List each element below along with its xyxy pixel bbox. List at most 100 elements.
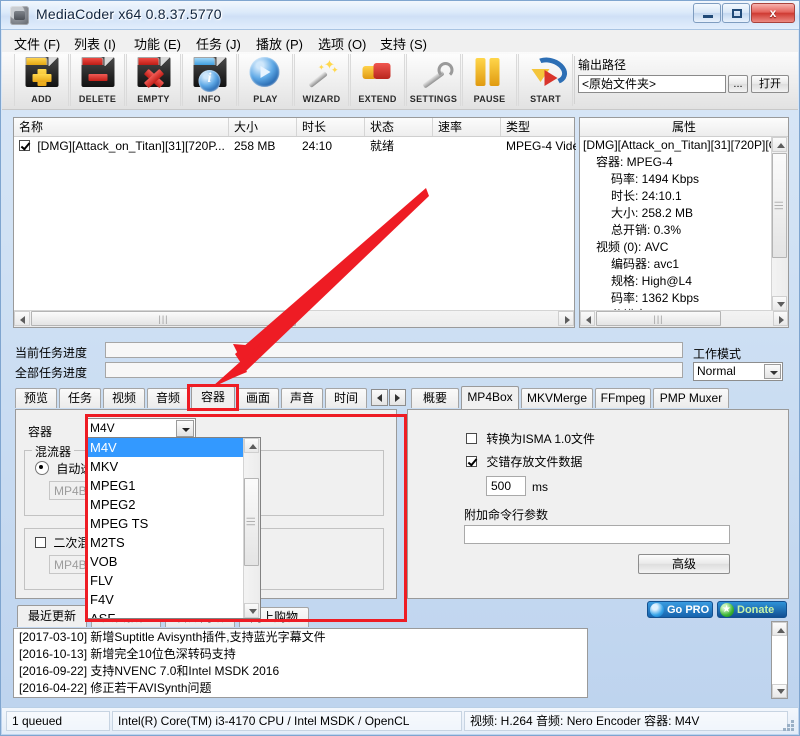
tab-audio[interactable]: 音频 [147, 388, 189, 408]
isma-checkbox-row[interactable]: 转换为ISMA 1.0文件 [466, 430, 595, 447]
menu-options[interactable]: 选项 (O) [314, 33, 370, 54]
interleave-value-input[interactable]: 500 [486, 476, 526, 496]
menu-task[interactable]: 任务 (J) [192, 33, 245, 54]
menu-function[interactable]: 功能 (E) [130, 33, 185, 54]
toolbar-info-button[interactable]: i INFO [182, 54, 237, 106]
scroll-right-button[interactable] [558, 311, 574, 326]
toolbar-start-button[interactable]: START [518, 54, 573, 106]
file-list-hscrollbar[interactable]: ||| [14, 310, 574, 327]
scroll-up-button[interactable] [772, 137, 787, 152]
news-scroll-up-button[interactable] [772, 622, 787, 636]
tab-ffmpeg[interactable]: FFmpeg [595, 388, 651, 408]
toolbar-wizard-button[interactable]: ✦ ✦ ✦ WIZARD [294, 54, 349, 106]
news-scroll-down-button[interactable] [772, 684, 787, 698]
menu-play[interactable]: 播放 (P) [252, 33, 307, 54]
minimize-button[interactable] [693, 3, 721, 23]
prop-scroll-right-button[interactable] [773, 311, 788, 326]
tab-mp4box[interactable]: MP4Box [461, 386, 519, 409]
toolbar-empty-button[interactable]: EMPTY [126, 54, 181, 106]
second-mux-checkbox[interactable] [35, 537, 46, 548]
interleave-checkbox-row[interactable]: 交错存放文件数据 [466, 453, 582, 470]
toolbar-extend-button[interactable]: EXTEND [350, 54, 405, 106]
toolbar-settings-button[interactable]: SETTINGS [406, 54, 461, 106]
dropdown-scroll-up-button[interactable] [244, 438, 259, 453]
vscroll-thumb[interactable]: ||| [772, 153, 787, 258]
column-header-duration[interactable]: 时长 [297, 118, 365, 136]
news-item[interactable]: [2017-03-10] 新增Suptitle Avisynth插件,支持蓝光字… [14, 629, 587, 646]
isma-checkbox[interactable] [466, 433, 477, 444]
tab-task[interactable]: 任务 [59, 388, 101, 408]
donate-button[interactable]: Donate [717, 601, 787, 618]
dropdown-scroll-down-button[interactable] [244, 603, 259, 618]
menu-list[interactable]: 列表 (I) [70, 33, 120, 54]
chevron-down-icon[interactable] [176, 420, 194, 437]
work-mode-select[interactable]: Normal [693, 362, 783, 381]
tab-scroll-next-button[interactable] [389, 389, 406, 406]
prop-hscroll-thumb[interactable]: ||| [596, 311, 721, 326]
advanced-button[interactable]: 高级 [638, 554, 730, 574]
column-header-status[interactable]: 状态 [365, 118, 433, 136]
toolbar-delete-button[interactable]: DELETE [70, 54, 125, 106]
file-enabled-checkbox[interactable] [19, 140, 30, 151]
toolbar-play-button[interactable]: PLAY [238, 54, 293, 106]
chevron-down-icon[interactable] [764, 364, 781, 379]
output-path-input[interactable]: <原始文件夹> [578, 75, 726, 93]
tab-sound[interactable]: 声音 [281, 388, 323, 408]
close-button[interactable]: x [751, 3, 795, 23]
dropdown-vscroll-thumb[interactable]: ||| [244, 478, 259, 566]
news-item[interactable]: [2016-10-13] 新增完全10位色深转码支持 [14, 646, 587, 663]
dropdown-option-vob[interactable]: VOB [86, 552, 244, 571]
dropdown-option-flv[interactable]: FLV [86, 571, 244, 590]
menu-file[interactable]: 文件 (F) [10, 33, 64, 54]
tab-picture[interactable]: 画面 [237, 388, 279, 408]
maximize-button[interactable] [722, 3, 750, 23]
dropdown-option-mpeg2[interactable]: MPEG2 [86, 495, 244, 514]
menu-support[interactable]: 支持 (S) [376, 33, 431, 54]
tab-summary[interactable]: 概要 [411, 388, 459, 408]
window-resize-grip[interactable] [781, 718, 795, 732]
go-pro-button[interactable]: Go PRO [647, 601, 713, 618]
output-path-browse-button[interactable]: ... [728, 75, 748, 93]
properties-hscrollbar[interactable]: ||| [580, 310, 788, 327]
scroll-left-button[interactable] [14, 311, 30, 326]
properties-tree[interactable]: [DMG][Attack_on_Titan][31][720P][GB 容器: … [580, 137, 788, 327]
toolbar-add-label: ADD [15, 94, 68, 104]
dropdown-option-mkv[interactable]: MKV [86, 457, 244, 476]
column-header-rate[interactable]: 速率 [433, 118, 501, 136]
table-row[interactable]: [DMG][Attack_on_Titan][31][720P... 258 M… [14, 137, 574, 155]
dropdown-option-asf[interactable]: ASF [86, 609, 244, 618]
dropdown-option-m2ts[interactable]: M2TS [86, 533, 244, 552]
properties-vscrollbar[interactable]: ||| [771, 137, 788, 311]
news-list[interactable]: [2017-03-10] 新增Suptitle Avisynth插件,支持蓝光字… [13, 628, 588, 698]
tab-mkvmerge[interactable]: MKVMerge [521, 388, 593, 408]
hscroll-thumb[interactable]: ||| [31, 311, 296, 326]
tab-recent-updates[interactable]: 最近更新 [17, 605, 87, 627]
news-item[interactable]: [2016-09-22] 支持NVENC 7.0和Intel MSDK 2016 [14, 663, 587, 680]
tab-video[interactable]: 视频 [103, 388, 145, 408]
column-header-type[interactable]: 类型 [501, 118, 576, 136]
toolbar-add-button[interactable]: ADD [14, 54, 69, 106]
prop-scroll-left-button[interactable] [580, 311, 595, 326]
container-dropdown-list[interactable]: M4V MKV MPEG1 MPEG2 MPEG TS M2TS VOB FLV… [85, 437, 261, 619]
news-side-scrollbar[interactable] [771, 621, 788, 699]
tab-pmp-muxer[interactable]: PMP Muxer [653, 388, 729, 408]
dropdown-vscrollbar[interactable]: ||| [243, 438, 260, 618]
tab-time[interactable]: 时间 [325, 388, 367, 408]
scroll-down-button[interactable] [772, 296, 787, 311]
column-header-size[interactable]: 大小 [229, 118, 297, 136]
auto-select-radio[interactable] [35, 461, 49, 475]
container-combobox[interactable]: M4V [86, 418, 196, 438]
news-item[interactable]: [2016-04-22] 修正若干AVISynth问题 [14, 680, 587, 697]
output-path-open-button[interactable]: 打开 [751, 75, 789, 93]
extra-args-input[interactable] [464, 525, 730, 544]
tab-container[interactable]: 容器 [191, 386, 235, 409]
dropdown-option-f4v[interactable]: F4V [86, 590, 244, 609]
toolbar-pause-button[interactable]: PAUSE [462, 54, 517, 106]
dropdown-option-m4v[interactable]: M4V [86, 438, 244, 457]
interleave-checkbox[interactable] [466, 456, 477, 467]
dropdown-option-mpeg1[interactable]: MPEG1 [86, 476, 244, 495]
dropdown-option-mpeg-ts[interactable]: MPEG TS [86, 514, 244, 533]
tab-scroll-prev-button[interactable] [371, 389, 388, 406]
tab-preview[interactable]: 预览 [15, 388, 57, 408]
column-header-name[interactable]: 名称 [14, 118, 229, 136]
